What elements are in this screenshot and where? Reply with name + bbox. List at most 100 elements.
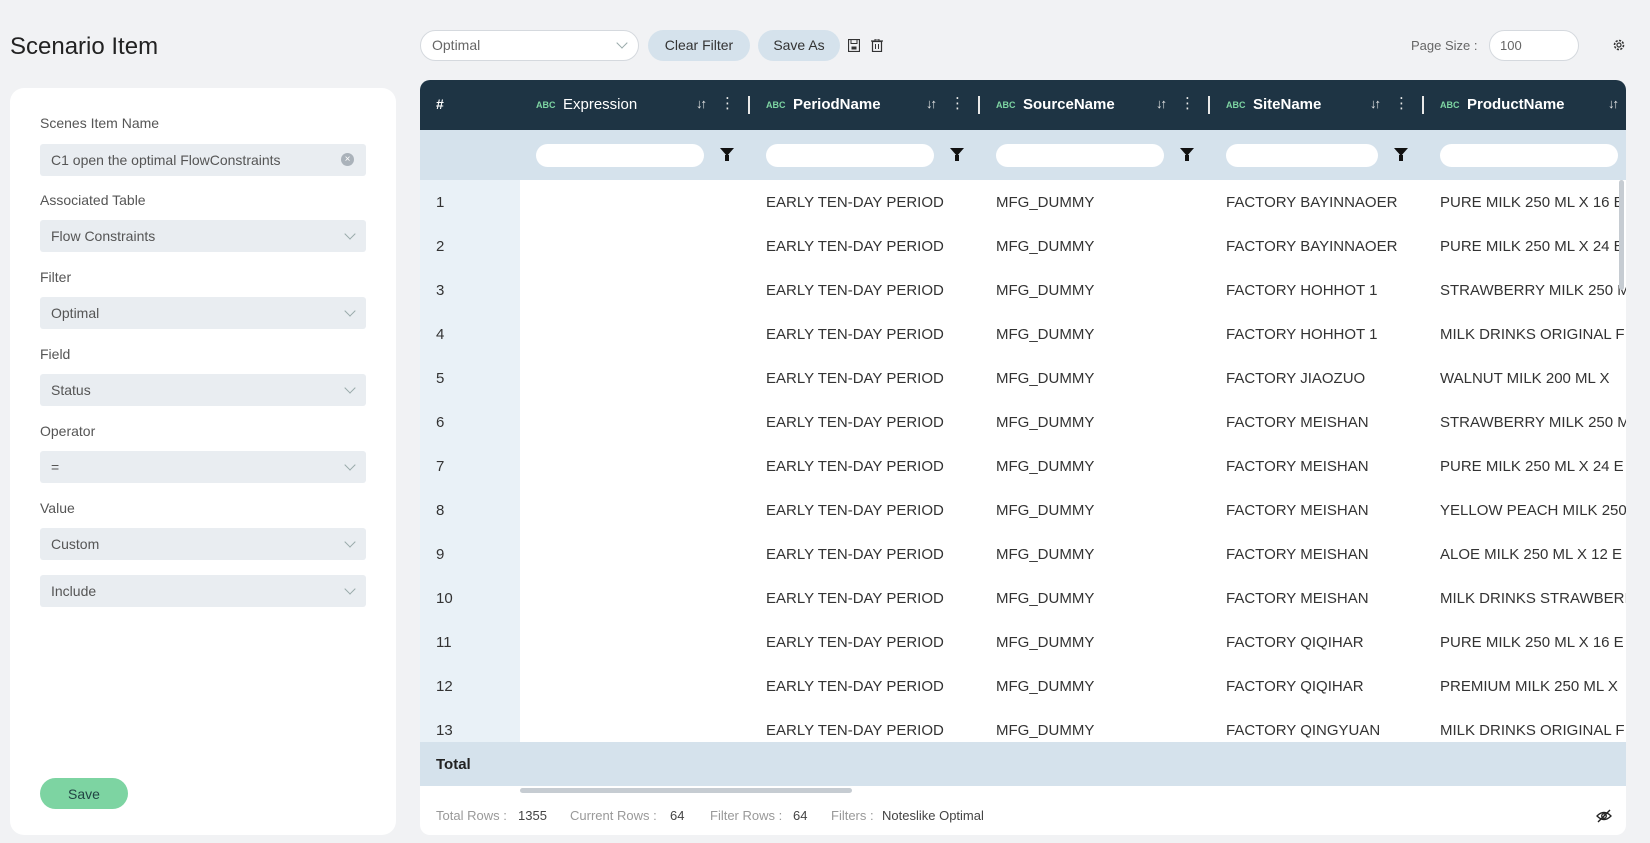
- table-row[interactable]: 3 EARLY TEN-DAY PERIOD MFG_DUMMY FACTORY HO…: [420, 268, 1626, 312]
- table-row[interactable]: 12 EARLY TEN-DAY PERIOD MFG_DUMMY FACTORY Q…: [420, 664, 1626, 708]
- column-resize-handle[interactable]: [1208, 96, 1210, 114]
- scenario-form-panel: Scenes Item Name C1 open the optimal Flo…: [10, 88, 396, 835]
- cell-sitename: FACTORY BAYINNAOER: [1226, 194, 1398, 211]
- table-row[interactable]: 13 EARLY TEN-DAY PERIOD MFG_DUMMY FACTORY Q…: [420, 708, 1626, 742]
- type-badge: ABC: [1440, 100, 1460, 110]
- vertical-scrollbar[interactable]: [1619, 180, 1624, 290]
- row-index: 4: [436, 326, 445, 343]
- total-label: Total: [436, 756, 471, 773]
- filter-input-sitename[interactable]: [1226, 144, 1378, 167]
- cell-sourcename: MFG_DUMMY: [996, 370, 1095, 387]
- cell-productname: MILK DRINKS ORIGINAL F: [1440, 326, 1625, 343]
- sort-icon[interactable]: ↓↑: [926, 96, 937, 111]
- cell-periodname: EARLY TEN-DAY PERIOD: [766, 238, 944, 255]
- type-badge: ABC: [996, 100, 1016, 110]
- filter-select[interactable]: Optimal: [40, 297, 366, 329]
- filter-input-periodname[interactable]: [766, 144, 934, 167]
- filter-icon[interactable]: [950, 148, 964, 161]
- table-row[interactable]: 5 EARLY TEN-DAY PERIOD MFG_DUMMY FACTORY JI…: [420, 356, 1626, 400]
- page-size-input[interactable]: 100: [1489, 30, 1579, 61]
- column-resize-handle[interactable]: [978, 96, 980, 114]
- sort-icon[interactable]: ↓↑: [696, 96, 707, 111]
- cell-sitename: FACTORY MEISHAN: [1226, 546, 1369, 563]
- grid-body: 1 EARLY TEN-DAY PERIOD MFG_DUMMY FACTORY BA…: [420, 180, 1626, 742]
- include-select[interactable]: Include: [40, 575, 366, 607]
- column-menu-icon[interactable]: ⋮: [1180, 94, 1195, 112]
- clear-filter-button[interactable]: Clear Filter: [648, 30, 750, 61]
- field-select[interactable]: Status: [40, 374, 366, 406]
- current-rows-label: Current Rows :: [570, 808, 657, 823]
- save-icon[interactable]: [848, 39, 860, 52]
- trash-icon[interactable]: [871, 39, 883, 52]
- row-index: 5: [436, 370, 445, 387]
- chevron-down-icon: [616, 37, 628, 49]
- cell-sourcename: MFG_DUMMY: [996, 590, 1095, 607]
- table-row[interactable]: 4 EARLY TEN-DAY PERIOD MFG_DUMMY FACTORY HO…: [420, 312, 1626, 356]
- filter-input-sourcename[interactable]: [996, 144, 1164, 167]
- cell-periodname: EARLY TEN-DAY PERIOD: [766, 634, 944, 651]
- field-value: Status: [51, 382, 91, 398]
- table-row[interactable]: 1 EARLY TEN-DAY PERIOD MFG_DUMMY FACTORY BA…: [420, 180, 1626, 224]
- total-rows-value: 1355: [518, 808, 547, 823]
- column-resize-handle[interactable]: [1422, 96, 1424, 114]
- table-row[interactable]: 7 EARLY TEN-DAY PERIOD MFG_DUMMY FACTORY ME…: [420, 444, 1626, 488]
- horizontal-scrollbar[interactable]: [520, 788, 852, 793]
- column-resize-handle[interactable]: [748, 96, 750, 114]
- table-row[interactable]: 10 EARLY TEN-DAY PERIOD MFG_DUMMY FACTORY M…: [420, 576, 1626, 620]
- sort-icon[interactable]: ↓↑: [1608, 96, 1619, 111]
- table-row[interactable]: 2 EARLY TEN-DAY PERIOD MFG_DUMMY FACTORY BA…: [420, 224, 1626, 268]
- column-header-sourcename[interactable]: SourceName: [1023, 96, 1115, 113]
- eye-off-icon[interactable]: [1596, 808, 1612, 824]
- cell-periodname: EARLY TEN-DAY PERIOD: [766, 546, 944, 563]
- cell-sitename: FACTORY QIQIHAR: [1226, 678, 1364, 695]
- cell-periodname: EARLY TEN-DAY PERIOD: [766, 370, 944, 387]
- row-index: 10: [436, 590, 453, 607]
- filter-icon[interactable]: [1394, 148, 1408, 161]
- cell-periodname: EARLY TEN-DAY PERIOD: [766, 678, 944, 695]
- column-header-expression[interactable]: Expression: [563, 96, 637, 113]
- clear-icon[interactable]: ×: [341, 153, 354, 166]
- column-menu-icon[interactable]: ⋮: [720, 94, 735, 112]
- cell-sitename: FACTORY HOHHOT 1: [1226, 282, 1378, 299]
- filter-input-expression[interactable]: [536, 144, 704, 167]
- column-menu-icon[interactable]: ⋮: [1394, 94, 1409, 112]
- save-button[interactable]: Save: [40, 778, 128, 809]
- cell-sourcename: MFG_DUMMY: [996, 458, 1095, 475]
- save-as-button[interactable]: Save As: [758, 30, 840, 61]
- operator-label: Operator: [40, 423, 96, 439]
- cell-productname: MILK DRINKS STRAWBERI: [1440, 590, 1626, 607]
- filter-input-productname[interactable]: [1440, 144, 1618, 167]
- gear-icon[interactable]: [1612, 38, 1626, 52]
- table-row[interactable]: 9 EARLY TEN-DAY PERIOD MFG_DUMMY FACTORY ME…: [420, 532, 1626, 576]
- current-rows-value: 64: [670, 808, 685, 823]
- column-header-sitename[interactable]: SiteName: [1253, 96, 1321, 113]
- operator-value: =: [51, 459, 60, 475]
- scenes-item-name-input[interactable]: C1 open the optimal FlowConstraints ×: [40, 144, 366, 176]
- column-header-periodname[interactable]: PeriodName: [793, 96, 881, 113]
- page-title: Scenario Item: [10, 33, 159, 60]
- type-badge: ABC: [766, 100, 786, 110]
- sort-icon[interactable]: ↓↑: [1370, 96, 1381, 111]
- table-row[interactable]: 6 EARLY TEN-DAY PERIOD MFG_DUMMY FACTORY ME…: [420, 400, 1626, 444]
- status-bar: Total Rows : 1355 Current Rows : 64 Filt…: [420, 800, 1626, 835]
- filter-icon[interactable]: [720, 148, 734, 161]
- row-index: 3: [436, 282, 445, 299]
- cell-sourcename: MFG_DUMMY: [996, 678, 1095, 695]
- scenes-item-name-label: Scenes Item Name: [40, 115, 160, 131]
- cell-sourcename: MFG_DUMMY: [996, 194, 1095, 211]
- column-header-productname[interactable]: ProductName: [1467, 96, 1565, 113]
- value-select[interactable]: Custom: [40, 528, 366, 560]
- cell-sourcename: MFG_DUMMY: [996, 414, 1095, 431]
- sort-icon[interactable]: ↓↑: [1156, 96, 1167, 111]
- filter-rows-value: 64: [793, 808, 808, 823]
- operator-select[interactable]: =: [40, 451, 366, 483]
- table-row[interactable]: 8 EARLY TEN-DAY PERIOD MFG_DUMMY FACTORY ME…: [420, 488, 1626, 532]
- column-menu-icon[interactable]: ⋮: [950, 94, 965, 112]
- cell-sitename: FACTORY QINGYUAN: [1226, 722, 1381, 739]
- associated-table-select[interactable]: Flow Constraints: [40, 220, 366, 252]
- table-row[interactable]: 11 EARLY TEN-DAY PERIOD MFG_DUMMY FACTORY Q…: [420, 620, 1626, 664]
- cell-sitename: FACTORY BAYINNAOER: [1226, 238, 1398, 255]
- cell-productname: PURE MILK 250 ML X 16 E: [1440, 634, 1624, 651]
- filter-icon[interactable]: [1180, 148, 1194, 161]
- saved-filter-select[interactable]: Optimal: [420, 30, 639, 61]
